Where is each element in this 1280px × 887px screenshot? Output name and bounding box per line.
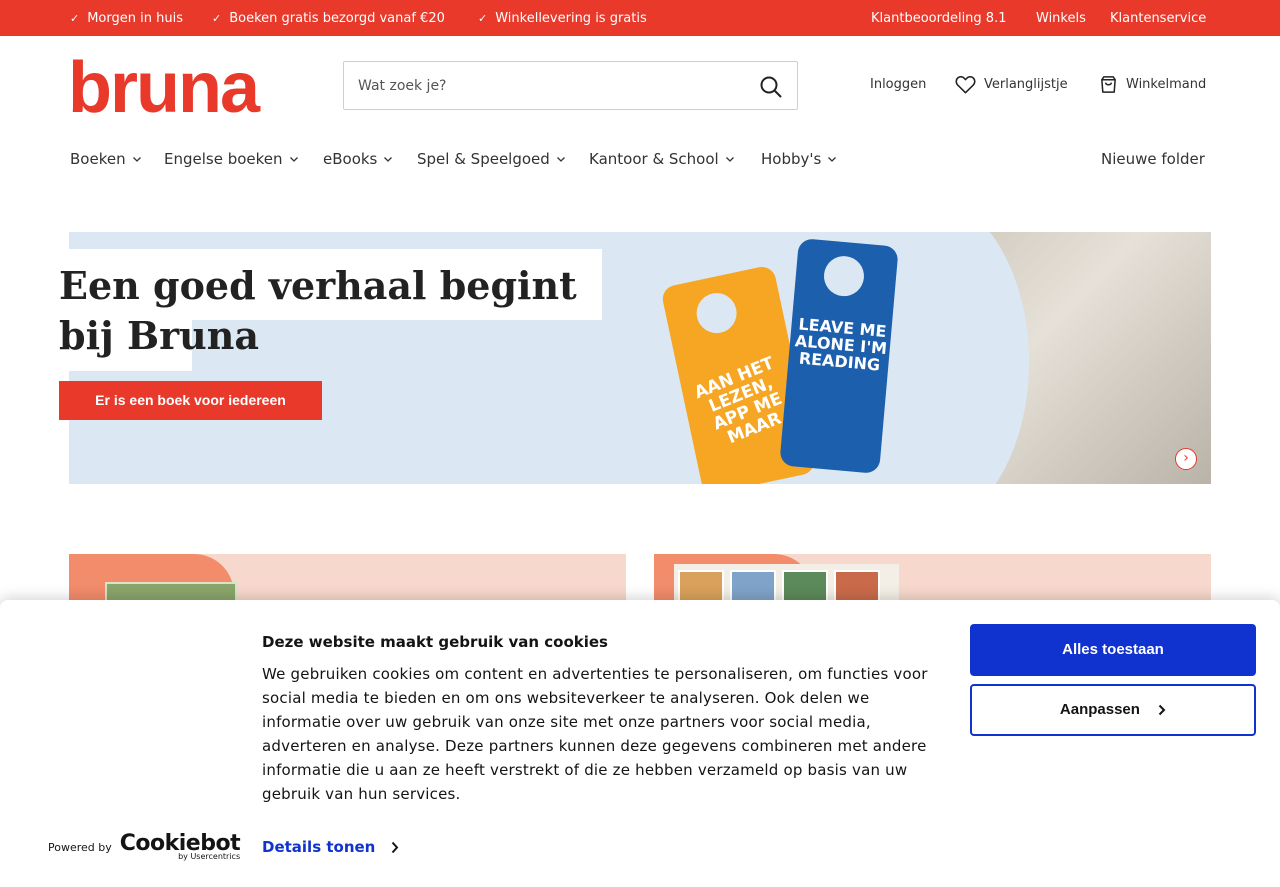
door-hanger-blue-text: LEAVE ME ALONE I'M READING	[794, 314, 888, 375]
allow-all-button[interactable]: Alles toestaan	[970, 624, 1256, 676]
nav-item-boeken[interactable]: Boeken	[70, 150, 142, 168]
bruna-logo[interactable]: bruna	[68, 55, 280, 115]
stores-link[interactable]: Winkels	[1036, 11, 1086, 26]
nav-item-hobbys[interactable]: Hobby's	[761, 150, 837, 168]
customer-service-link[interactable]: Klantenservice	[1110, 11, 1206, 26]
usp-item-free-shipping: ✓ Boeken gratis bezorgd vanaf €20	[212, 11, 445, 26]
powered-by-label: Powered by	[48, 841, 112, 854]
hero-cta-button[interactable]: Er is een boek voor iedereen	[59, 381, 322, 420]
cookie-title: Deze website maakt gebruik van cookies	[262, 633, 608, 651]
login-link[interactable]: Inloggen	[870, 77, 926, 92]
chevron-right-icon	[392, 841, 399, 853]
usp-label: Winkellevering is gratis	[495, 11, 647, 26]
chevron-right-icon: ›	[1183, 450, 1189, 466]
customize-button[interactable]: Aanpassen	[970, 684, 1256, 736]
nav-item-spel-speelgoed[interactable]: Spel & Speelgoed	[417, 150, 566, 168]
hanger-hole	[692, 289, 741, 337]
search-input[interactable]	[358, 74, 738, 98]
show-details-label: Details tonen	[262, 838, 376, 856]
wishlist-link[interactable]: Verlanglijstje	[955, 75, 1068, 94]
nav-label: Kantoor & School	[589, 150, 719, 168]
show-details-link[interactable]: Details tonen	[262, 838, 399, 856]
hero-title: Een goed verhaal begint bij Bruna	[59, 263, 577, 358]
cart-label: Winkelmand	[1126, 77, 1207, 92]
shopping-bag-icon	[1101, 76, 1116, 93]
nav-label: Engelse boeken	[164, 150, 283, 168]
chevron-down-icon	[725, 157, 734, 162]
nav-item-engelse-boeken[interactable]: Engelse boeken	[164, 150, 299, 168]
nav-item-ebooks[interactable]: eBooks	[323, 150, 393, 168]
check-icon: ✓	[70, 12, 80, 25]
chevron-down-icon	[556, 157, 565, 162]
usp-item-store-delivery: ✓ Winkellevering is gratis	[478, 11, 647, 26]
check-icon: ✓	[478, 12, 488, 25]
door-hanger-blue: LEAVE ME ALONE I'M READING	[779, 238, 899, 474]
usp-label: Boeken gratis bezorgd vanaf €20	[229, 11, 445, 26]
chevron-down-icon	[384, 157, 393, 162]
logo-text: bruna	[68, 55, 261, 115]
search-box[interactable]	[343, 61, 798, 110]
powered-by-cookiebot[interactable]: Powered by Cookiebot by Usercentrics	[48, 831, 241, 862]
usp-label: Morgen in huis	[87, 11, 183, 26]
cookie-description: We gebruiken cookies om content en adver…	[262, 665, 928, 803]
nav-new-folder-link[interactable]: Nieuwe folder	[1101, 150, 1205, 168]
nav-label: Spel & Speelgoed	[417, 150, 550, 168]
check-icon: ✓	[212, 12, 222, 25]
chevron-down-icon	[289, 157, 298, 162]
nav-label: Hobby's	[761, 150, 822, 168]
usp-item-delivery: ✓ Morgen in huis	[70, 11, 183, 26]
cookiebot-wordmark: Cookiebot	[119, 831, 241, 856]
cart-link[interactable]: Winkelmand	[1099, 75, 1206, 94]
search-icon[interactable]	[759, 75, 783, 99]
nav-item-kantoor-school[interactable]: Kantoor & School	[589, 150, 735, 168]
customize-label: Aanpassen	[1059, 701, 1140, 718]
cookie-consent-dialog: Deze website maakt gebruik van cookies W…	[0, 600, 1280, 887]
login-label: Inloggen	[870, 77, 927, 92]
chevron-right-icon	[1158, 704, 1166, 716]
nav-label: eBooks	[323, 150, 378, 168]
cookiebot-logo: Cookiebot by Usercentrics	[119, 831, 241, 862]
usp-bar: ✓ Morgen in huis ✓ Boeken gratis bezorgd…	[0, 0, 1280, 36]
heart-icon	[955, 76, 976, 94]
chevron-down-icon	[828, 157, 837, 162]
chevron-down-icon	[132, 157, 141, 162]
customer-rating-link[interactable]: Klantbeoordeling 8.1	[871, 11, 1006, 26]
hanger-hole	[822, 254, 866, 298]
nav-label: Boeken	[70, 150, 126, 168]
carousel-next-button[interactable]: ›	[1175, 448, 1197, 470]
wishlist-label: Verlanglijstje	[984, 77, 1068, 92]
